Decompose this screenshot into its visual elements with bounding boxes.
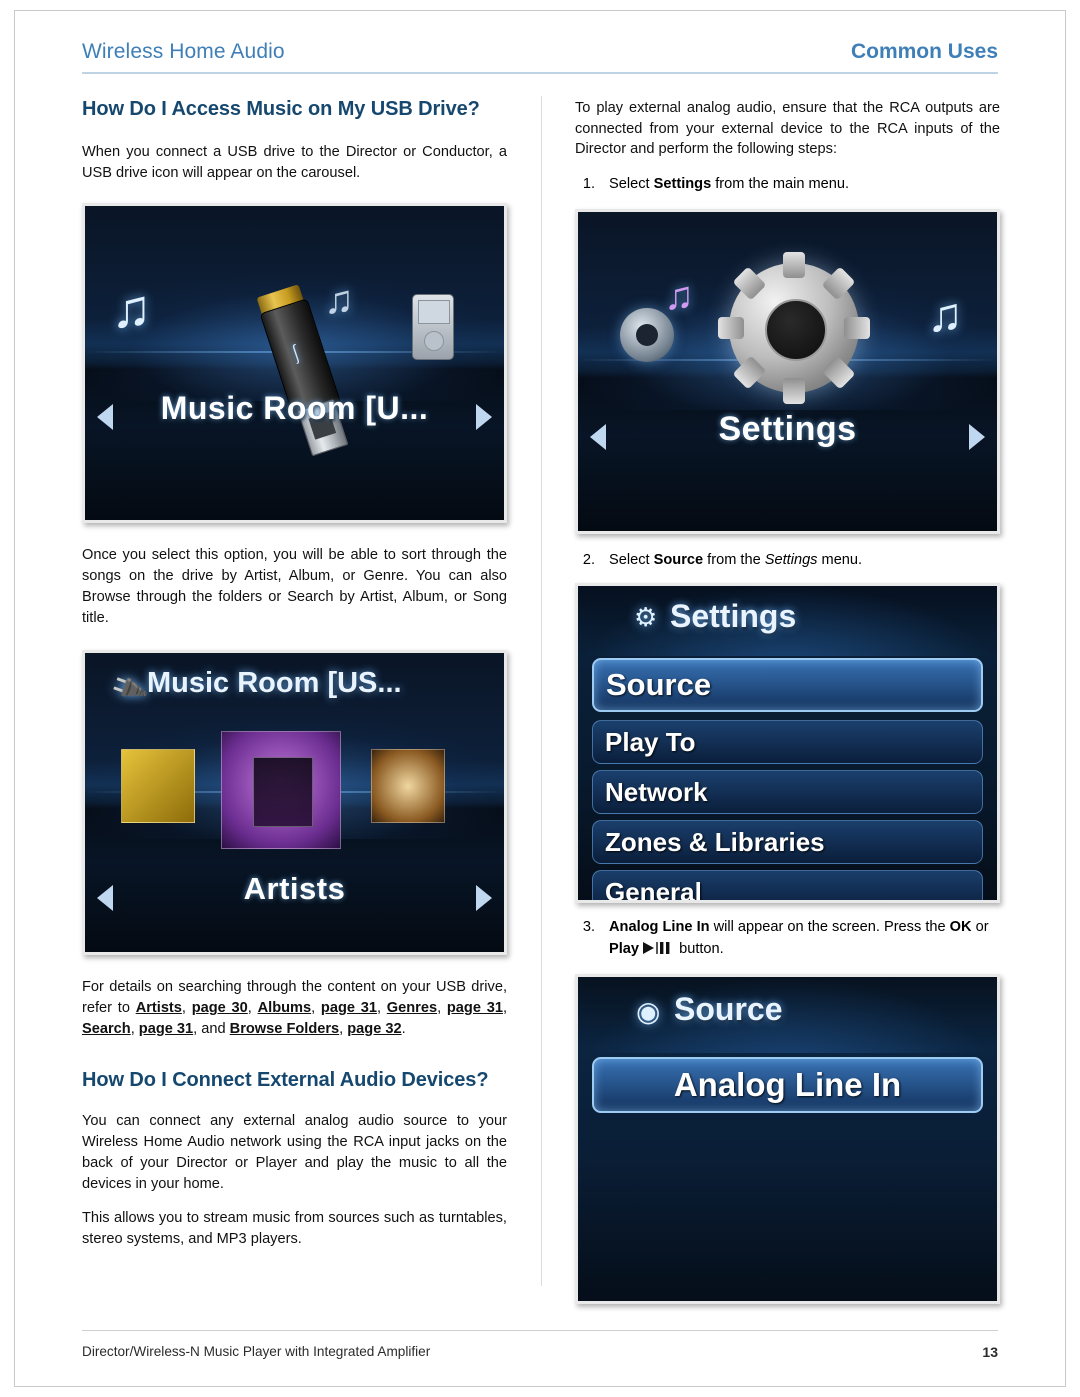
source-globe-icon: ◉ bbox=[636, 995, 661, 1027]
step-2-text-end: menu. bbox=[817, 552, 863, 569]
step-3-bold-lead: Analog Line In bbox=[609, 919, 710, 936]
menu-item-label: Zones & Libraries bbox=[605, 826, 825, 857]
paragraph-usb-intro: When you connect a USB drive to the Dire… bbox=[82, 144, 507, 181]
steps-list-2: 2. Select Source from the Settings menu. bbox=[575, 550, 1000, 571]
screen-title: Source bbox=[674, 990, 783, 1027]
page-frame-bottom bbox=[14, 1386, 1066, 1387]
screenshot-music-room-artists: 🔌 Music Room [US... Artists bbox=[82, 650, 507, 956]
screenshot-source-menu: ◉ Source Analog Line In bbox=[575, 973, 1000, 1304]
gear-small-icon: ⚙ bbox=[634, 602, 658, 633]
menu-item-network[interactable]: Network bbox=[592, 770, 983, 815]
screenshot-settings-carousel: ♫ ♫ Settings bbox=[575, 209, 1000, 535]
step-3-text-end: button. bbox=[675, 940, 724, 957]
album-art-right bbox=[371, 749, 445, 824]
header-right-title: Common Uses bbox=[850, 40, 998, 63]
sep-7: , bbox=[130, 1020, 139, 1037]
page-header: Wireless Home Audio Common Uses bbox=[82, 40, 998, 76]
step-2-number: 2. bbox=[582, 552, 595, 569]
menu-item-label: General bbox=[605, 876, 702, 901]
album-art-left bbox=[121, 749, 195, 824]
sep-6: , bbox=[502, 1000, 507, 1017]
page-frame-top bbox=[14, 10, 1066, 11]
step-3-number: 3. bbox=[582, 919, 595, 936]
sep-3: , bbox=[311, 1000, 321, 1017]
sep-4: , bbox=[376, 1000, 387, 1017]
carousel-item-label: Artists bbox=[243, 871, 346, 907]
link-browse-folders[interactable]: Browse Folders bbox=[230, 1021, 339, 1037]
carousel-item-label: Music Room [U... bbox=[160, 390, 429, 427]
page: Wireless Home Audio Common Uses How Do I… bbox=[0, 0, 1080, 1397]
section-heading-external-audio: How Do I Connect External Audio Devices? bbox=[82, 1069, 489, 1092]
menu-item-label: Network bbox=[605, 776, 708, 807]
header-divider bbox=[82, 72, 998, 74]
link-page-31-a[interactable]: page 31 bbox=[321, 1000, 377, 1016]
step-3-bold-ok: OK bbox=[949, 919, 972, 936]
link-page-31-b[interactable]: page 31 bbox=[447, 1000, 503, 1016]
menu-item-label: Play To bbox=[605, 726, 696, 757]
step-1-bold: Settings bbox=[653, 176, 712, 193]
screen-title: Music Room [US... bbox=[147, 667, 402, 700]
screenshot-settings-menu: ⚙ Settings Source Play To Network Zones … bbox=[575, 583, 1000, 904]
link-albums[interactable]: Albums bbox=[258, 1000, 312, 1016]
step-1-text-before: Select bbox=[609, 176, 654, 193]
menu-item-general[interactable]: General bbox=[592, 870, 983, 901]
menu-item-source[interactable]: Source bbox=[592, 658, 983, 713]
album-art-microphone bbox=[253, 757, 313, 828]
column-divider bbox=[541, 96, 542, 1286]
menu-item-analog-line-in[interactable]: Analog Line In bbox=[592, 1056, 983, 1113]
sep-5: , bbox=[437, 1000, 447, 1017]
carousel-item-label: Settings bbox=[718, 410, 857, 449]
menu-item-label: Analog Line In bbox=[673, 1065, 902, 1103]
step-2-text-after: from the bbox=[703, 552, 765, 569]
paragraph-external-stream: This allows you to stream music from sou… bbox=[82, 1210, 507, 1248]
music-note-icon-purple: ♫ bbox=[664, 274, 694, 319]
menu-item-label: Source bbox=[606, 667, 712, 703]
menu-item-zones-libraries[interactable]: Zones & Libraries bbox=[592, 820, 983, 865]
ipod-icon bbox=[411, 294, 454, 361]
menu-item-play-to[interactable]: Play To bbox=[592, 720, 983, 765]
gear-icon bbox=[717, 252, 870, 405]
step-1-text-after: from the main menu. bbox=[711, 176, 850, 193]
right-column: To play external analog audio, ensure th… bbox=[575, 96, 1000, 1304]
step-3-bold-play: Play bbox=[609, 940, 640, 957]
screen-title: Settings bbox=[670, 598, 797, 635]
steps-list-3: 3. Analog Line In will appear on the scre… bbox=[575, 917, 1000, 961]
paragraph-usb-references: For details on searching through the con… bbox=[82, 977, 507, 1039]
link-genres[interactable]: Genres bbox=[387, 1000, 437, 1016]
step-2: 2. Select Source from the Settings menu. bbox=[575, 550, 1000, 571]
step-3-text-next: or bbox=[971, 919, 989, 936]
sep-8: , and bbox=[193, 1020, 230, 1037]
paragraph-usb-sorting: Once you select this option, you will be… bbox=[82, 547, 507, 626]
link-page-32[interactable]: page 32 bbox=[347, 1021, 401, 1037]
step-1-number: 1. bbox=[582, 176, 595, 193]
music-note-icon-left: ♫ bbox=[111, 279, 152, 340]
paragraph-analog-intro: To play external analog audio, ensure th… bbox=[575, 100, 1000, 158]
step-3: 3. Analog Line In will appear on the scre… bbox=[575, 917, 1000, 961]
play-pause-icon bbox=[642, 941, 672, 962]
paragraph-external-rca: You can connect any external analog audi… bbox=[82, 1113, 507, 1192]
left-column: How Do I Access Music on My USB Drive? W… bbox=[82, 96, 507, 1264]
step-3-text-mid: will appear on the screen. Press the bbox=[709, 919, 950, 936]
link-page-30[interactable]: page 30 bbox=[192, 1000, 248, 1016]
header-left-title: Wireless Home Audio bbox=[82, 40, 285, 63]
step-2-text-before: Select bbox=[609, 552, 654, 569]
page-frame-left bbox=[14, 10, 15, 1387]
step-1: 1. Select Settings from the main menu. bbox=[575, 174, 1000, 195]
screenshot-usb-carousel: ♫ ♫ ⎰ Music Room [U... bbox=[82, 203, 507, 524]
steps-list-1: 1. Select Settings from the main menu. bbox=[575, 174, 1000, 195]
step-2-bold: Source bbox=[653, 552, 704, 569]
sep-10: . bbox=[401, 1020, 406, 1037]
sep-2: , bbox=[247, 1000, 258, 1017]
page-frame-right bbox=[1065, 10, 1066, 1387]
sep-1: , bbox=[181, 1000, 192, 1017]
footer-divider bbox=[82, 1330, 998, 1331]
link-search[interactable]: Search bbox=[82, 1021, 131, 1037]
step-2-italic: Settings bbox=[764, 552, 818, 569]
music-note-icon-right: ♫ bbox=[927, 289, 963, 343]
footer-product-name: Director/Wireless-N Music Player with In… bbox=[82, 1344, 431, 1359]
link-artists[interactable]: Artists bbox=[136, 1000, 182, 1016]
page-number: 13 bbox=[982, 1344, 998, 1360]
section-heading-usb: How Do I Access Music on My USB Drive? bbox=[82, 98, 480, 120]
link-page-31-c[interactable]: page 31 bbox=[139, 1021, 193, 1037]
